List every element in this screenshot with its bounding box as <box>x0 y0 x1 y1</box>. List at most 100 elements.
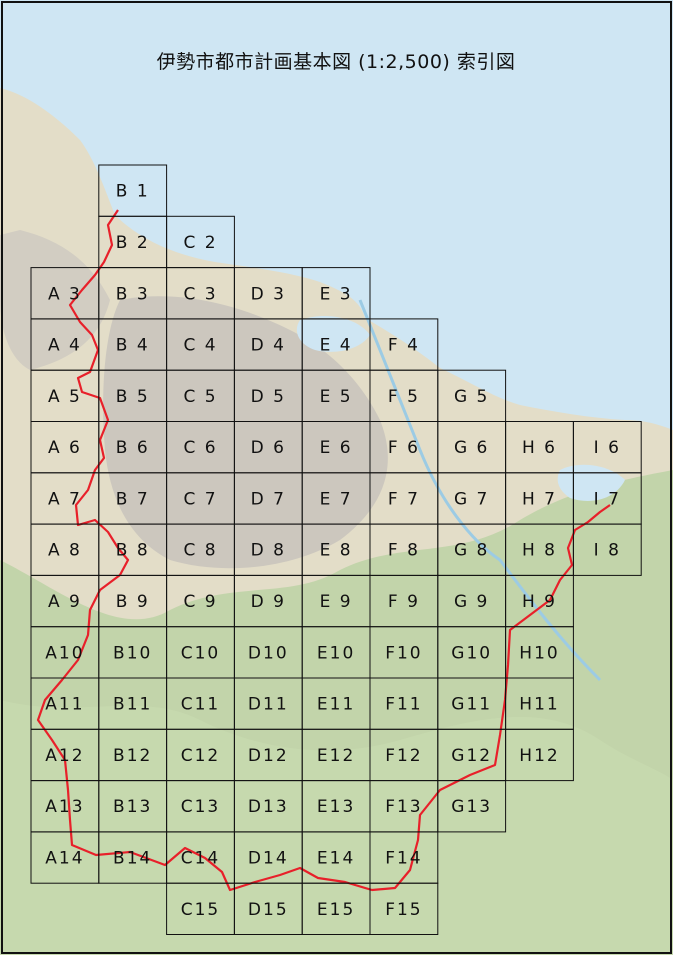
sheet-cell[interactable]: D 3 <box>233 267 303 320</box>
sheet-cell[interactable]: A 3 <box>30 267 100 320</box>
sheet-cell[interactable]: D 7 <box>233 472 303 525</box>
sheet-cell[interactable]: D15 <box>233 882 303 936</box>
sheet-cell[interactable]: B11 <box>98 677 168 730</box>
sheet-cell[interactable]: A 7 <box>30 472 100 525</box>
sheet-cell[interactable]: I 7 <box>572 472 642 525</box>
sheet-cell[interactable]: E10 <box>301 626 371 679</box>
sheet-cell[interactable]: H 9 <box>505 574 574 628</box>
sheet-cell[interactable]: F 4 <box>369 318 439 371</box>
sheet-cell[interactable]: A 8 <box>30 523 100 576</box>
sheet-cell[interactable]: E 4 <box>301 318 371 371</box>
sheet-cell[interactable]: E 8 <box>301 523 371 576</box>
sheet-cell[interactable]: F14 <box>369 831 439 884</box>
sheet-cell[interactable]: B 5 <box>98 369 168 423</box>
sheet-cell[interactable]: H10 <box>505 626 574 679</box>
sheet-cell[interactable]: C 3 <box>166 267 235 320</box>
sheet-cell[interactable]: E 5 <box>301 369 371 423</box>
sheet-cell[interactable]: B12 <box>98 728 168 782</box>
sheet-cell[interactable]: A 6 <box>30 421 100 474</box>
sheet-cell[interactable]: C 5 <box>166 369 235 423</box>
sheet-cell[interactable]: B 1 <box>98 164 168 217</box>
map-title: 伊勢市都市計画基本図 (1:2,500) 索引図 <box>157 51 516 73</box>
sheet-cell[interactable]: B14 <box>98 831 168 884</box>
sheet-cell[interactable]: D12 <box>233 728 303 782</box>
sheet-cell[interactable]: B 3 <box>98 267 168 320</box>
sheet-cell[interactable]: A 5 <box>30 369 100 423</box>
sheet-cell[interactable]: G12 <box>437 728 507 782</box>
sheet-cell[interactable]: F 6 <box>369 421 439 474</box>
sheet-cell[interactable]: I 6 <box>572 421 642 474</box>
sheet-cell[interactable]: D 4 <box>233 318 303 371</box>
sheet-cell[interactable]: F 9 <box>369 574 439 628</box>
sheet-cell[interactable]: H 6 <box>505 421 574 474</box>
sheet-cell[interactable]: F 8 <box>369 523 439 576</box>
sheet-cell[interactable]: C13 <box>166 780 235 833</box>
sheet-cell[interactable]: G 6 <box>437 421 507 474</box>
sheet-cell[interactable]: F13 <box>369 780 439 833</box>
sheet-cell[interactable]: A10 <box>30 626 100 679</box>
sheet-cell[interactable]: E12 <box>301 728 371 782</box>
sheet-cell[interactable]: F12 <box>369 728 439 782</box>
sheet-cell[interactable]: C14 <box>166 831 235 884</box>
sheet-label: B 4 <box>116 336 150 356</box>
sheet-cell[interactable]: C 4 <box>166 318 235 371</box>
sheet-cell[interactable]: D 5 <box>233 369 303 423</box>
sheet-cell[interactable]: C 8 <box>166 523 235 576</box>
sheet-cell[interactable]: G 8 <box>437 523 507 576</box>
sheet-label: I 6 <box>594 438 621 458</box>
sheet-cell[interactable]: G13 <box>437 780 507 833</box>
sheet-cell[interactable]: D14 <box>233 831 303 884</box>
sheet-cell[interactable]: C12 <box>166 728 235 782</box>
sheet-cell[interactable]: C11 <box>166 677 235 730</box>
sheet-cell[interactable]: G 7 <box>437 472 507 525</box>
sheet-cell[interactable]: F15 <box>369 882 439 936</box>
sheet-cell[interactable]: C 2 <box>166 215 235 269</box>
sheet-cell[interactable]: B 6 <box>98 421 168 474</box>
sheet-cell[interactable]: C 6 <box>166 421 235 474</box>
sheet-cell[interactable]: E 9 <box>301 574 371 628</box>
sheet-cell[interactable]: D 6 <box>233 421 303 474</box>
sheet-cell[interactable]: C10 <box>166 626 235 679</box>
sheet-cell[interactable]: D11 <box>233 677 303 730</box>
sheet-cell[interactable]: E14 <box>301 831 371 884</box>
sheet-cell[interactable]: F 5 <box>369 369 439 423</box>
sheet-cell[interactable]: A14 <box>30 831 100 884</box>
sheet-cell[interactable]: F11 <box>369 677 439 730</box>
sheet-cell[interactable]: E13 <box>301 780 371 833</box>
sheet-cell[interactable]: C 9 <box>166 574 235 628</box>
sheet-cell[interactable]: B10 <box>98 626 168 679</box>
sheet-cell[interactable]: F 7 <box>369 472 439 525</box>
sheet-cell[interactable]: E11 <box>301 677 371 730</box>
sheet-cell[interactable]: A 9 <box>30 574 100 628</box>
sheet-cell[interactable]: A 4 <box>30 318 100 371</box>
sheet-cell[interactable]: G10 <box>437 626 507 679</box>
sheet-cell[interactable]: A11 <box>30 677 100 730</box>
sheet-cell[interactable]: I 8 <box>572 523 642 576</box>
sheet-cell[interactable]: H 7 <box>505 472 574 525</box>
sheet-cell[interactable]: G11 <box>437 677 507 730</box>
sheet-cell[interactable]: F10 <box>369 626 439 679</box>
sheet-cell[interactable]: H11 <box>505 677 574 730</box>
sheet-cell[interactable]: B13 <box>98 780 168 833</box>
sheet-cell[interactable]: A12 <box>30 728 100 782</box>
sheet-cell[interactable]: B 7 <box>98 472 168 525</box>
sheet-cell[interactable]: B 8 <box>98 523 168 576</box>
sheet-cell[interactable]: G 5 <box>437 369 507 423</box>
sheet-cell[interactable]: B 2 <box>98 215 168 269</box>
sheet-cell[interactable]: E 7 <box>301 472 371 525</box>
sheet-cell[interactable]: H12 <box>505 728 574 782</box>
sheet-cell[interactable]: D13 <box>233 780 303 833</box>
sheet-cell[interactable]: D 9 <box>233 574 303 628</box>
sheet-cell[interactable]: G 9 <box>437 574 507 628</box>
sheet-cell[interactable]: E 3 <box>301 267 371 320</box>
sheet-cell[interactable]: B 9 <box>98 574 168 628</box>
sheet-cell[interactable]: E15 <box>301 882 371 936</box>
sheet-cell[interactable]: D 8 <box>233 523 303 576</box>
sheet-cell[interactable]: C 7 <box>166 472 235 525</box>
sheet-cell[interactable]: E 6 <box>301 421 371 474</box>
sheet-cell[interactable]: C15 <box>166 882 235 936</box>
sheet-cell[interactable]: B 4 <box>98 318 168 371</box>
sheet-cell[interactable]: D10 <box>233 626 303 679</box>
sheet-cell[interactable]: A13 <box>30 780 100 833</box>
sheet-cell[interactable]: H 8 <box>505 523 574 576</box>
